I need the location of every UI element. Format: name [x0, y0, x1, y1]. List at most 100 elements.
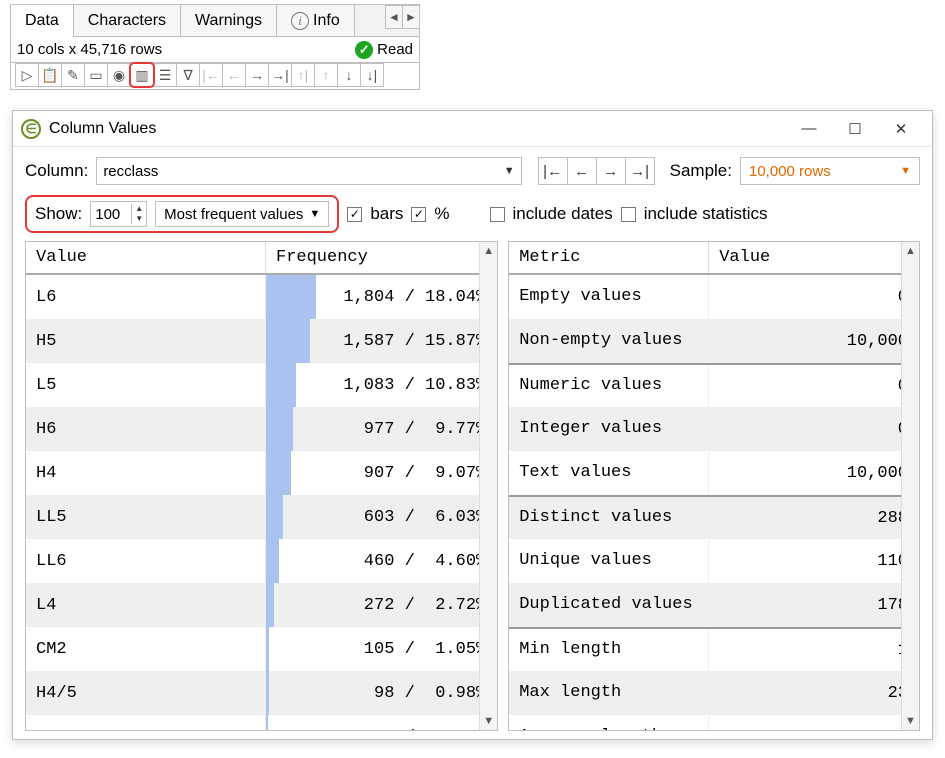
- column-combo-value: recclass: [103, 163, 497, 180]
- last-col-icon[interactable]: →|: [268, 63, 292, 87]
- tab-data[interactable]: Data: [11, 5, 74, 36]
- table-row[interactable]: L51,083 / 10.83%: [26, 363, 497, 407]
- table-row[interactable]: Text values10,000: [509, 451, 919, 495]
- next-record-button[interactable]: →: [596, 157, 626, 185]
- eye-icon[interactable]: ◉: [107, 63, 131, 87]
- stats-metric-cell: Min length: [509, 629, 709, 671]
- table-row[interactable]: L61,804 / 18.04%: [26, 275, 497, 319]
- column-combo[interactable]: recclass ▼: [96, 157, 521, 185]
- stats-value-cell: 0: [709, 275, 919, 319]
- freq-scrollbar[interactable]: ▲ ▼: [479, 242, 497, 730]
- stats-header-value[interactable]: Value: [709, 242, 919, 273]
- table-row[interactable]: Max length23: [509, 671, 919, 715]
- freq-count-cell: 1,587 / 15.87%: [266, 319, 497, 363]
- table-row[interactable]: CM2 105 / 1.05%: [26, 627, 497, 671]
- tab-characters[interactable]: Characters: [74, 5, 181, 36]
- frequency-table: Value Frequency L61,804 / 18.04%H51,587 …: [25, 241, 498, 731]
- prev-row-icon[interactable]: ↑: [314, 63, 338, 87]
- close-button[interactable]: ✕: [878, 114, 924, 144]
- first-record-button[interactable]: |←: [538, 157, 568, 185]
- scroll-up-icon[interactable]: ▲: [902, 242, 919, 260]
- include-dates-label: include dates: [513, 204, 613, 224]
- tabs-scroll-right-icon[interactable]: ►: [402, 5, 420, 29]
- scroll-up-icon[interactable]: ▲: [480, 242, 497, 260]
- first-row-icon[interactable]: ↑|: [291, 63, 315, 87]
- table-row[interactable]: LL5 603 / 6.03%: [26, 495, 497, 539]
- spinner-up-icon[interactable]: ▲: [132, 204, 146, 214]
- table-row[interactable]: H51,587 / 15.87%: [26, 319, 497, 363]
- first-col-icon[interactable]: |←: [199, 63, 223, 87]
- stats-metric-cell: Unique values: [509, 539, 709, 583]
- show-count-spinner[interactable]: ▲ ▼: [90, 201, 147, 227]
- table-row[interactable]: Empty values0: [509, 275, 919, 319]
- table-row[interactable]: Non-empty values10,000: [509, 319, 919, 363]
- freq-count-cell: 1,804 / 18.04%: [266, 275, 497, 319]
- freq-bar: [266, 583, 274, 627]
- stats-value-cell: 288: [709, 497, 919, 539]
- last-row-icon[interactable]: ↓|: [360, 63, 384, 87]
- stats-metric-cell: Non-empty values: [509, 319, 709, 363]
- tabs-scroll-left-icon[interactable]: ◄: [385, 5, 403, 29]
- rows-icon[interactable]: ☰: [153, 63, 177, 87]
- next-row-icon[interactable]: ↓: [337, 63, 361, 87]
- show-options-highlight: Show: ▲ ▼ Most frequent values ▼: [25, 195, 339, 233]
- freq-bar: [266, 451, 291, 495]
- titlebar[interactable]: ∈ Column Values — ☐ ✕: [13, 111, 932, 147]
- table-row[interactable]: Numeric values0: [509, 363, 919, 407]
- app-icon: ∈: [21, 119, 41, 139]
- table-row[interactable]: Duplicated values178: [509, 583, 919, 627]
- scroll-down-icon[interactable]: ▼: [902, 712, 919, 730]
- include-dates-checkbox[interactable]: [490, 207, 505, 222]
- stats-header-metric[interactable]: Metric: [509, 242, 709, 273]
- stats-scrollbar[interactable]: ▲ ▼: [901, 242, 919, 730]
- sample-combo[interactable]: 10,000 rows ▼: [740, 157, 920, 185]
- table-row[interactable]: Min length1: [509, 627, 919, 671]
- spinner-down-icon[interactable]: ▼: [132, 214, 146, 224]
- table-row[interactable]: Unique values110: [509, 539, 919, 583]
- info-icon: i: [291, 12, 309, 30]
- freq-count-cell: 98 / 0.98%: [266, 671, 497, 715]
- next-col-icon[interactable]: →: [245, 63, 269, 87]
- stats-metric-cell: Numeric values: [509, 365, 709, 407]
- show-count-input[interactable]: [91, 204, 131, 225]
- table-row[interactable]: H4 907 / 9.07%: [26, 451, 497, 495]
- prev-col-icon[interactable]: ←: [222, 63, 246, 87]
- table-row[interactable]: LL6 460 / 4.60%: [26, 539, 497, 583]
- minimize-button[interactable]: —: [786, 114, 832, 144]
- maximize-button[interactable]: ☐: [832, 114, 878, 144]
- mode-combo[interactable]: Most frequent values ▼: [155, 201, 329, 227]
- tab-info[interactable]: i Info: [277, 5, 355, 36]
- bars-checkbox[interactable]: [347, 207, 362, 222]
- scroll-down-icon[interactable]: ▼: [480, 712, 497, 730]
- freq-value-cell: L5: [26, 363, 266, 407]
- freq-count-cell: 272 / 2.72%: [266, 583, 497, 627]
- last-record-button[interactable]: →|: [625, 157, 655, 185]
- freq-header-frequency[interactable]: Frequency: [266, 242, 497, 273]
- tab-warnings[interactable]: Warnings: [181, 5, 277, 36]
- folder-icon[interactable]: ▭: [84, 63, 108, 87]
- table-row[interactable]: Average length3.0443: [509, 715, 919, 730]
- clipboard-icon[interactable]: 📋: [38, 63, 62, 87]
- table-row[interactable]: H4/5 98 / 0.98%: [26, 671, 497, 715]
- pct-checkbox[interactable]: [411, 207, 426, 222]
- table-row[interactable]: Distinct values288: [509, 495, 919, 539]
- pct-label: %: [434, 204, 449, 224]
- include-stats-checkbox[interactable]: [621, 207, 636, 222]
- caret-down-icon: ▼: [504, 165, 515, 177]
- table-row[interactable]: H6 977 / 9.77%: [26, 407, 497, 451]
- play-icon[interactable]: ▷: [15, 63, 39, 87]
- table-row[interactable]: L3 83 / 0.83%: [26, 715, 497, 730]
- status-row: 10 cols x 45,716 rows ✓ Read: [11, 37, 419, 63]
- edit-icon[interactable]: ✎: [61, 63, 85, 87]
- table-row[interactable]: Integer values0: [509, 407, 919, 451]
- stats-value-cell: 10,000: [709, 319, 919, 363]
- filter-icon[interactable]: ∇: [176, 63, 200, 87]
- show-label: Show:: [35, 204, 82, 224]
- prev-record-button[interactable]: ←: [567, 157, 597, 185]
- freq-header-value[interactable]: Value: [26, 242, 266, 273]
- column-values-icon[interactable]: ▥: [130, 63, 154, 87]
- table-row[interactable]: L4 272 / 2.72%: [26, 583, 497, 627]
- freq-count-cell: 83 / 0.83%: [266, 715, 497, 730]
- sample-combo-value: 10,000 rows: [749, 163, 831, 180]
- freq-bar: [266, 671, 269, 715]
